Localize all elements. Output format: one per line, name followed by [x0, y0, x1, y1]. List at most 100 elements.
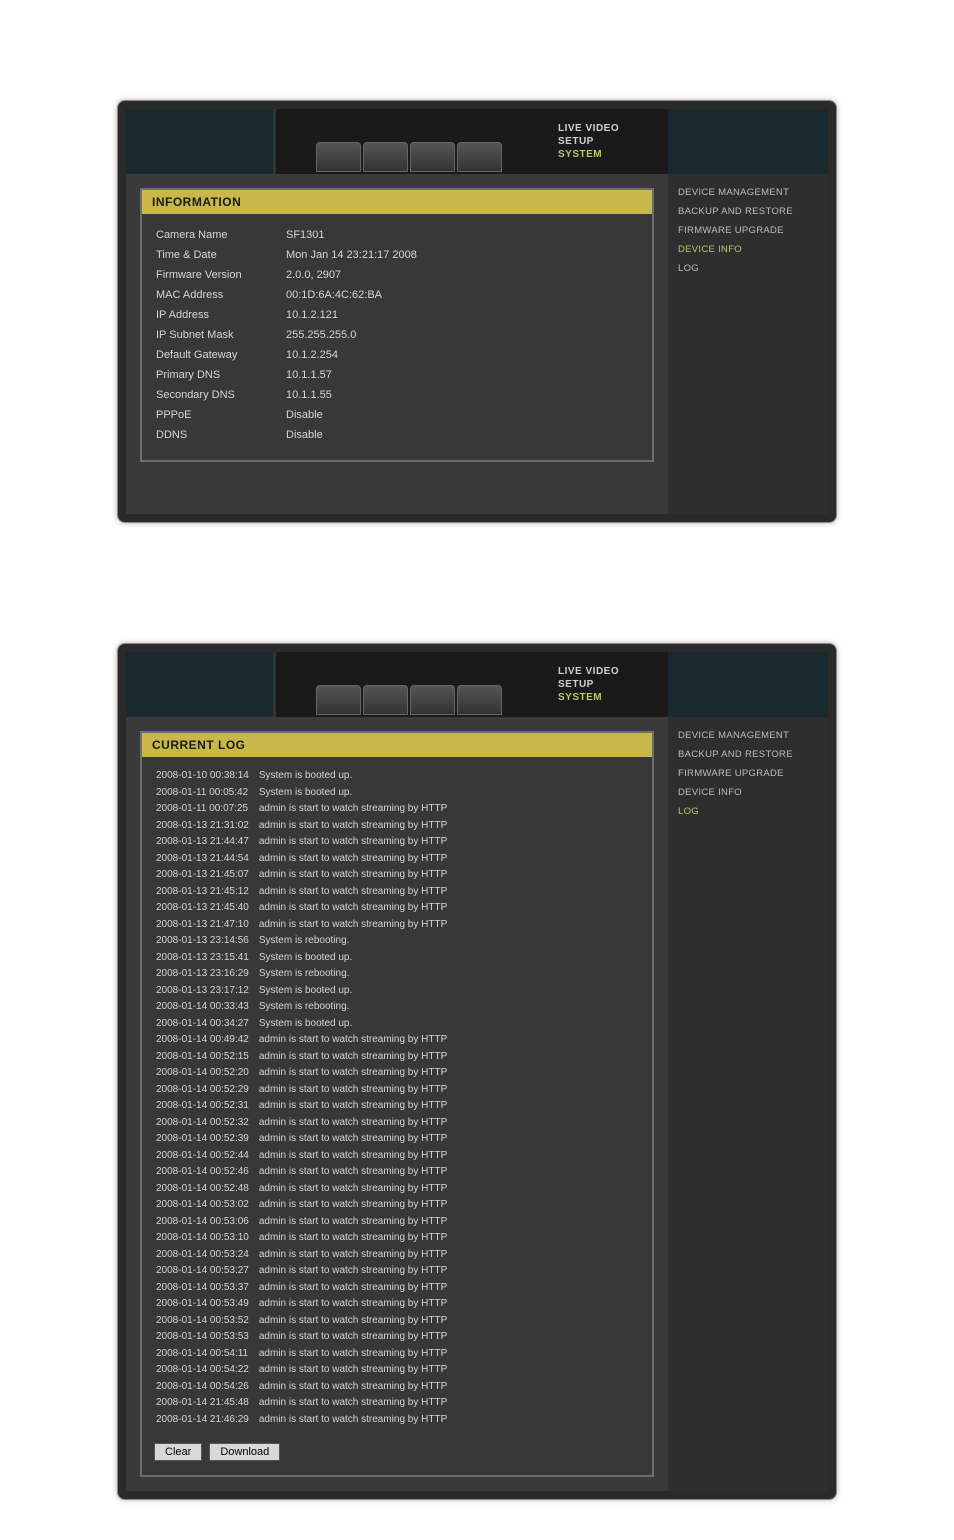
view-tab-4[interactable] [457, 685, 502, 715]
side-menu: DEVICE MANAGEMENT BACKUP AND RESTORE FIR… [668, 174, 828, 514]
log-message: System is booted up. [259, 786, 455, 801]
menu-device-info[interactable]: DEVICE INFO [676, 784, 820, 801]
log-timestamp: 2008-01-13 21:47:10 [156, 918, 257, 933]
menu-firmware-upgrade[interactable]: FIRMWARE UPGRADE [676, 765, 820, 782]
view-tab-3[interactable] [410, 685, 455, 715]
log-row: 2008-01-14 00:52:44admin is start to wat… [156, 1149, 455, 1164]
info-row: Time & DateMon Jan 14 23:21:17 2008 [156, 246, 417, 264]
info-row: Firmware Version2.0.0, 2907 [156, 266, 417, 284]
log-row: 2008-01-10 00:38:14System is booted up. [156, 769, 455, 784]
log-row: 2008-01-14 21:45:48admin is start to wat… [156, 1396, 455, 1411]
info-key: PPPoE [156, 406, 276, 424]
menu-firmware-upgrade[interactable]: FIRMWARE UPGRADE [676, 222, 820, 239]
log-row: 2008-01-13 23:15:41System is booted up. [156, 951, 455, 966]
log-timestamp: 2008-01-13 21:31:02 [156, 819, 257, 834]
menu-backup-restore[interactable]: BACKUP AND RESTORE [676, 203, 820, 220]
information-title: INFORMATION [142, 190, 652, 214]
info-row: MAC Address00:1D:6A:4C:62:BA [156, 286, 417, 304]
top-nav: LIVE VIDEO SETUP SYSTEM [558, 666, 668, 703]
info-row: Primary DNS10.1.1.57 [156, 366, 417, 384]
log-row: 2008-01-14 00:52:15admin is start to wat… [156, 1050, 455, 1065]
log-timestamp: 2008-01-14 00:54:11 [156, 1347, 257, 1362]
menu-device-info[interactable]: DEVICE INFO [676, 241, 820, 258]
view-tab-1[interactable] [316, 685, 361, 715]
log-timestamp: 2008-01-10 00:38:14 [156, 769, 257, 784]
info-value: 10.1.1.57 [278, 366, 417, 384]
log-row: 2008-01-14 00:52:32admin is start to wat… [156, 1116, 455, 1131]
info-value: 10.1.2.121 [278, 306, 417, 324]
log-message: admin is start to watch streaming by HTT… [259, 852, 455, 867]
log-timestamp: 2008-01-14 00:33:43 [156, 1000, 257, 1015]
menu-device-management[interactable]: DEVICE MANAGEMENT [676, 727, 820, 744]
log-row: 2008-01-14 00:52:31admin is start to wat… [156, 1099, 455, 1114]
clear-button[interactable]: Clear [154, 1443, 202, 1461]
log-message: admin is start to watch streaming by HTT… [259, 1083, 455, 1098]
view-tab-4[interactable] [457, 142, 502, 172]
log-row: 2008-01-13 21:44:47admin is start to wat… [156, 835, 455, 850]
menu-log[interactable]: LOG [676, 260, 820, 277]
nav-system[interactable]: SYSTEM [558, 692, 668, 703]
log-timestamp: 2008-01-14 00:53:27 [156, 1264, 257, 1279]
log-card: CURRENT LOG 2008-01-10 00:38:14System is… [140, 731, 654, 1477]
log-message: System is booted up. [259, 769, 455, 784]
nav-setup[interactable]: SETUP [558, 679, 668, 690]
log-row: 2008-01-13 23:16:29System is rebooting. [156, 967, 455, 982]
log-message: admin is start to watch streaming by HTT… [259, 802, 455, 817]
nav-system[interactable]: SYSTEM [558, 149, 668, 160]
log-row: 2008-01-13 21:44:54admin is start to wat… [156, 852, 455, 867]
log-title: CURRENT LOG [142, 733, 652, 757]
log-message: admin is start to watch streaming by HTT… [259, 1149, 455, 1164]
info-value: SF1301 [278, 226, 417, 244]
log-timestamp: 2008-01-14 00:52:48 [156, 1182, 257, 1197]
content-area: INFORMATION Camera NameSF1301Time & Date… [126, 174, 668, 514]
info-key: IP Subnet Mask [156, 326, 276, 344]
log-timestamp: 2008-01-14 00:52:31 [156, 1099, 257, 1114]
log-row: 2008-01-14 00:54:22admin is start to wat… [156, 1363, 455, 1378]
menu-log[interactable]: LOG [676, 803, 820, 820]
view-tab-2[interactable] [363, 685, 408, 715]
top-nav: LIVE VIDEO SETUP SYSTEM [558, 123, 668, 160]
log-row: 2008-01-14 00:52:39admin is start to wat… [156, 1132, 455, 1147]
view-tab-2[interactable] [363, 142, 408, 172]
log-row: 2008-01-14 00:53:53admin is start to wat… [156, 1330, 455, 1345]
log-timestamp: 2008-01-14 00:52:44 [156, 1149, 257, 1164]
info-row: IP Address10.1.2.121 [156, 306, 417, 324]
log-message: admin is start to watch streaming by HTT… [259, 1231, 455, 1246]
nav-setup[interactable]: SETUP [558, 136, 668, 147]
log-message: admin is start to watch streaming by HTT… [259, 1066, 455, 1081]
log-row: 2008-01-14 00:53:02admin is start to wat… [156, 1198, 455, 1213]
log-row: 2008-01-14 00:34:27System is booted up. [156, 1017, 455, 1032]
log-row: 2008-01-14 00:52:46admin is start to wat… [156, 1165, 455, 1180]
log-row: 2008-01-14 00:53:49admin is start to wat… [156, 1297, 455, 1312]
info-value: 00:1D:6A:4C:62:BA [278, 286, 417, 304]
log-row: 2008-01-14 00:52:20admin is start to wat… [156, 1066, 455, 1081]
info-key: Secondary DNS [156, 386, 276, 404]
log-message: admin is start to watch streaming by HTT… [259, 1363, 455, 1378]
nav-live-video[interactable]: LIVE VIDEO [558, 123, 668, 134]
log-timestamp: 2008-01-13 21:44:47 [156, 835, 257, 850]
log-row: 2008-01-14 00:52:29admin is start to wat… [156, 1083, 455, 1098]
log-timestamp: 2008-01-14 00:53:02 [156, 1198, 257, 1213]
nav-live-video[interactable]: LIVE VIDEO [558, 666, 668, 677]
log-timestamp: 2008-01-14 00:52:29 [156, 1083, 257, 1098]
log-message: admin is start to watch streaming by HTT… [259, 1314, 455, 1329]
log-message: admin is start to watch streaming by HTT… [259, 1413, 455, 1428]
menu-backup-restore[interactable]: BACKUP AND RESTORE [676, 746, 820, 763]
menu-device-management[interactable]: DEVICE MANAGEMENT [676, 184, 820, 201]
view-tab-3[interactable] [410, 142, 455, 172]
log-row: 2008-01-13 21:45:07admin is start to wat… [156, 868, 455, 883]
log-timestamp: 2008-01-14 00:53:53 [156, 1330, 257, 1345]
view-tab-1[interactable] [316, 142, 361, 172]
log-row: 2008-01-14 00:53:10admin is start to wat… [156, 1231, 455, 1246]
log-row: 2008-01-14 00:54:11admin is start to wat… [156, 1347, 455, 1362]
top-logo-area [126, 109, 276, 174]
download-button[interactable]: Download [209, 1443, 280, 1461]
log-message: admin is start to watch streaming by HTT… [259, 1116, 455, 1131]
log-timestamp: 2008-01-13 21:45:07 [156, 868, 257, 883]
info-key: Time & Date [156, 246, 276, 264]
log-timestamp: 2008-01-14 00:53:37 [156, 1281, 257, 1296]
log-message: System is rebooting. [259, 934, 455, 949]
tab-strip [316, 142, 502, 172]
log-row: 2008-01-13 21:45:40admin is start to wat… [156, 901, 455, 916]
log-message: admin is start to watch streaming by HTT… [259, 1281, 455, 1296]
